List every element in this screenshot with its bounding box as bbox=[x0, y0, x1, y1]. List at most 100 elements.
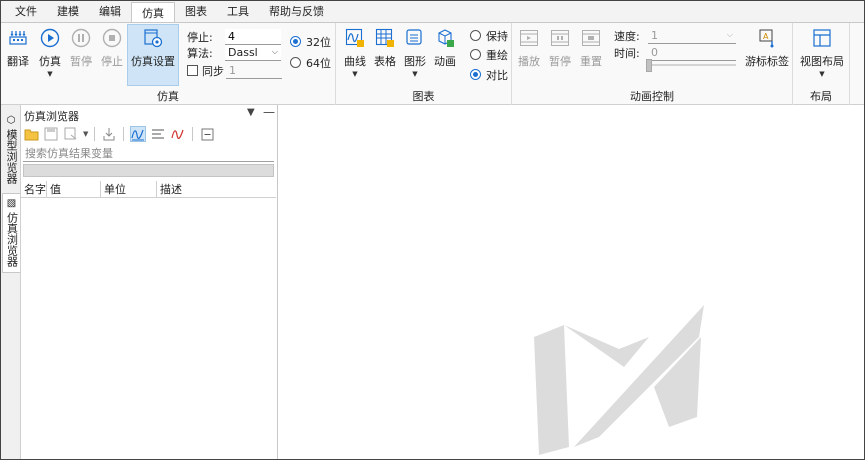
table-button[interactable]: 表格 bbox=[374, 27, 396, 69]
chart-group-label: 图表 bbox=[412, 90, 435, 103]
stop-time-row: 停止: bbox=[187, 28, 281, 45]
column-name[interactable]: 名字 bbox=[21, 181, 47, 198]
curve-red-icon[interactable] bbox=[170, 126, 186, 142]
sim-settings-label: 仿真设置 bbox=[131, 55, 175, 68]
speed-row: 速度: 1 ⌵ bbox=[614, 27, 736, 44]
animation-button[interactable]: 动画 bbox=[434, 27, 456, 69]
bit64-radio[interactable] bbox=[290, 57, 301, 68]
chart-icon: ▧ bbox=[6, 198, 17, 209]
stop-time-input[interactable] bbox=[225, 28, 281, 45]
sync-checkbox[interactable] bbox=[187, 65, 198, 76]
redraw-label: 重绘 bbox=[486, 48, 508, 62]
reset-label: 重置 bbox=[580, 55, 602, 68]
menu-file[interactable]: 文件 bbox=[5, 1, 47, 22]
svg-text:A: A bbox=[763, 32, 769, 41]
time-slider-track[interactable] bbox=[646, 64, 736, 66]
view-layout-label: 视图布局 bbox=[800, 55, 844, 68]
menu-chart[interactable]: 图表 bbox=[175, 1, 217, 22]
menu-simulation[interactable]: 仿真 bbox=[131, 1, 175, 24]
curve-compare-icon[interactable] bbox=[130, 126, 147, 142]
layout-group-label: 布局 bbox=[810, 90, 832, 103]
cursor-tag-label: 游标标签 bbox=[745, 55, 789, 68]
column-value[interactable]: 值 bbox=[47, 181, 101, 198]
column-unit[interactable]: 单位 bbox=[101, 181, 157, 198]
panel-menu-icon[interactable]: ▼ bbox=[247, 107, 255, 118]
side-tab-strip: ⬡ 模型浏览器 ▧ 仿真浏览器 bbox=[1, 105, 21, 459]
redraw-option[interactable]: 重绘 bbox=[470, 46, 508, 63]
bit32-option[interactable]: 32位 bbox=[290, 33, 331, 50]
chevron-down-icon: ▼ bbox=[412, 70, 418, 78]
algorithm-select[interactable]: Dassl ⌵ bbox=[225, 44, 281, 61]
open-folder-icon[interactable] bbox=[23, 126, 39, 142]
pause-film-icon bbox=[549, 27, 571, 49]
redraw-radio[interactable] bbox=[470, 49, 481, 60]
search-input[interactable]: 搜索仿真结果变量 bbox=[23, 145, 274, 162]
shape-button[interactable]: 图形 ▼ bbox=[404, 27, 426, 78]
animation-cube-icon bbox=[434, 27, 456, 49]
menu-help[interactable]: 帮助与反馈 bbox=[259, 1, 334, 22]
panel-minimize-icon[interactable]: — bbox=[263, 105, 275, 119]
speed-select[interactable]: 1 ⌵ bbox=[648, 28, 736, 44]
chevron-down-icon: ⌵ bbox=[726, 30, 733, 39]
panel-toolbar: ▼ bbox=[23, 125, 215, 143]
reset-film-icon bbox=[580, 27, 602, 49]
pause-circle-icon bbox=[70, 27, 92, 49]
sim-settings-button[interactable]: 仿真设置 bbox=[127, 24, 179, 86]
main-canvas[interactable] bbox=[279, 105, 864, 459]
simulate-button[interactable]: 仿真 ▼ bbox=[39, 27, 61, 78]
translate-button[interactable]: 翻译 bbox=[7, 27, 29, 69]
stop-time-label: 停止: bbox=[187, 30, 213, 44]
view-layout-button[interactable]: 视图布局 ▼ bbox=[800, 27, 844, 78]
algorithm-label: 算法: bbox=[187, 46, 213, 60]
column-description[interactable]: 描述 bbox=[157, 181, 276, 198]
play-button[interactable]: 播放 bbox=[518, 27, 540, 69]
save-icon[interactable] bbox=[43, 126, 59, 142]
curve-label: 曲线 bbox=[344, 55, 366, 68]
stop-circle-icon bbox=[101, 27, 123, 49]
bit32-radio[interactable] bbox=[290, 36, 301, 47]
keep-option[interactable]: 保持 bbox=[470, 27, 508, 44]
anim-pause-label: 暂停 bbox=[549, 55, 571, 68]
time-slider-thumb[interactable] bbox=[646, 59, 652, 72]
cube-icon: ⬡ bbox=[5, 115, 17, 126]
settings-gear-icon bbox=[142, 27, 164, 49]
layout-grid-icon bbox=[811, 27, 833, 49]
table-icon bbox=[374, 27, 396, 49]
stop-label: 停止 bbox=[101, 55, 123, 68]
pause-label: 暂停 bbox=[70, 55, 92, 68]
menu-model[interactable]: 建模 bbox=[47, 1, 89, 22]
cursor-tag-button[interactable]: A 游标标签 bbox=[745, 27, 789, 69]
time-input[interactable] bbox=[648, 44, 736, 61]
stop-button[interactable]: 停止 bbox=[101, 27, 123, 69]
cursor-tag-icon: A bbox=[756, 27, 778, 49]
tab-model-browser[interactable]: ⬡ 模型浏览器 bbox=[2, 111, 20, 189]
animation-control-group-label: 动画控制 bbox=[630, 90, 674, 103]
tab-sim-browser[interactable]: ▧ 仿真浏览器 bbox=[2, 193, 20, 273]
toolbar-separator bbox=[192, 127, 194, 141]
chevron-down-icon[interactable]: ▼ bbox=[83, 130, 88, 138]
pause-button[interactable]: 暂停 bbox=[70, 27, 92, 69]
reset-button[interactable]: 重置 bbox=[580, 27, 602, 69]
compare-radio[interactable] bbox=[470, 69, 481, 80]
panel-title: 仿真浏览器 bbox=[24, 110, 79, 123]
collapse-icon[interactable] bbox=[199, 126, 215, 142]
anim-pause-button[interactable]: 暂停 bbox=[549, 27, 571, 69]
import-icon[interactable] bbox=[101, 126, 117, 142]
sync-input[interactable] bbox=[226, 62, 282, 79]
animation-control-group: 播放 暂停 重置 速度: 1 ⌵ 时间: 0 A 游标标签 动画控制 bbox=[512, 23, 793, 106]
animation-label: 动画 bbox=[434, 55, 456, 68]
keep-label: 保持 bbox=[486, 29, 508, 43]
export-icon[interactable] bbox=[63, 126, 79, 142]
menu-tools[interactable]: 工具 bbox=[217, 1, 259, 22]
app-window: 文件 建模 编辑 仿真 图表 工具 帮助与反馈 翻译 仿真 ▼ 暂停 停止 仿真… bbox=[0, 0, 865, 460]
bit64-option[interactable]: 64位 bbox=[290, 54, 331, 71]
keep-radio[interactable] bbox=[470, 30, 481, 41]
curve-button[interactable]: 曲线 ▼ bbox=[344, 27, 366, 78]
curve-icon bbox=[344, 27, 366, 49]
shape-icon bbox=[404, 27, 426, 49]
menu-edit[interactable]: 编辑 bbox=[89, 1, 131, 22]
list-filter-icon[interactable] bbox=[150, 126, 166, 142]
ribbon: 翻译 仿真 ▼ 暂停 停止 仿真设置 停止: 4 算法: Dassl ⌵ 同步 … bbox=[1, 22, 864, 106]
filter-bar bbox=[23, 164, 274, 177]
compare-option[interactable]: 对比 bbox=[470, 66, 508, 83]
